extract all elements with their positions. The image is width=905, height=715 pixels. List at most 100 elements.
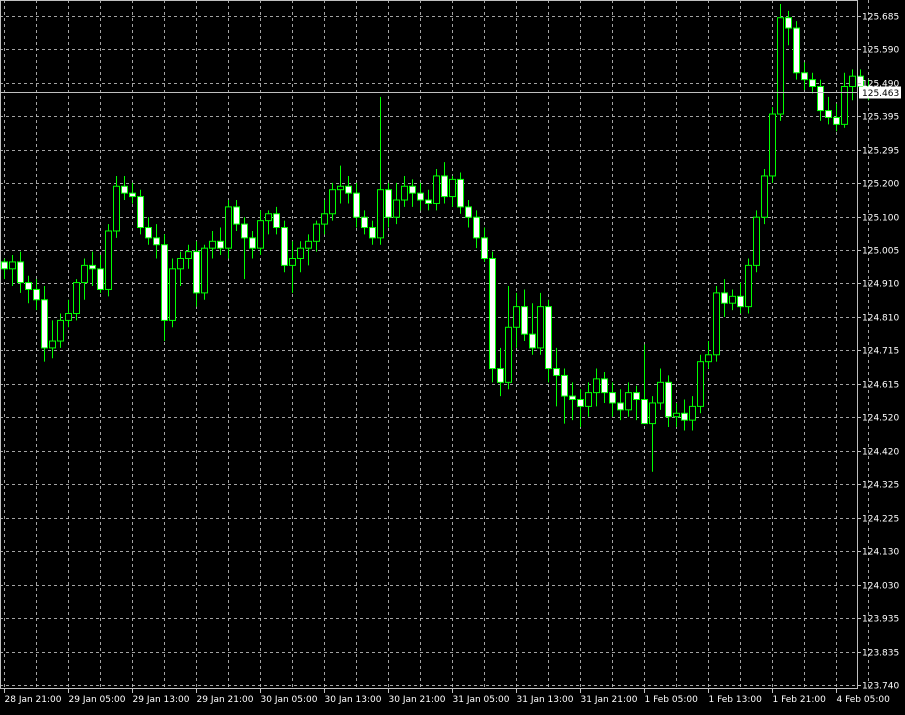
candle <box>849 69 856 101</box>
candle-body-bear <box>217 240 224 249</box>
candle <box>505 286 512 390</box>
time-tick-label: 1 Feb 05:00 <box>645 695 699 705</box>
candle-body-bear <box>817 86 824 112</box>
candle-body-bear <box>441 175 448 198</box>
candle-body-bull <box>337 185 344 191</box>
candle-body-bear <box>249 237 256 249</box>
candle-body-bear <box>473 216 480 239</box>
candle <box>521 289 528 342</box>
candle-body-bear <box>281 227 288 266</box>
candle-body-bull <box>257 220 264 249</box>
candle <box>105 224 112 297</box>
candle-body-bear <box>521 306 528 335</box>
candle <box>297 241 304 273</box>
candle-body-bull <box>705 354 712 363</box>
price-chart[interactable]: 125.685125.590125.490125.395125.295125.2… <box>0 0 905 715</box>
candle <box>633 385 640 421</box>
candle-body-bear <box>785 17 792 29</box>
candle <box>817 79 824 121</box>
candle <box>721 279 728 317</box>
candle-body-bear <box>137 196 144 229</box>
candle-body-bear <box>193 251 200 294</box>
candle-body-bear <box>1 261 8 270</box>
candle <box>49 320 56 359</box>
candle <box>81 258 88 300</box>
candle-body-bear <box>17 261 24 284</box>
candle-body-bear <box>425 199 432 204</box>
candle-body-bull <box>593 378 600 394</box>
candle <box>777 3 784 121</box>
candle-body-bull <box>201 247 208 294</box>
candle-body-bear <box>273 213 280 229</box>
price-tick-label: 125.005 <box>862 247 899 257</box>
candle <box>353 182 360 228</box>
time-tick-label: 1 Feb 21:00 <box>773 695 827 705</box>
candle-body-bull <box>625 392 632 411</box>
candle-body-bull <box>113 185 120 232</box>
candle <box>753 210 760 273</box>
candle <box>537 292 544 355</box>
candle <box>457 172 464 214</box>
candle <box>657 368 664 410</box>
candle-body-bull <box>73 282 80 315</box>
candle <box>585 382 592 417</box>
candle-body-bull <box>177 257 184 270</box>
time-tick-label: 29 Jan 05:00 <box>69 695 126 705</box>
candle-body-bear <box>89 264 96 270</box>
candle <box>361 210 368 235</box>
price-tick-label: 124.130 <box>862 548 899 558</box>
candle-body-bear <box>825 110 832 118</box>
candle <box>569 382 576 421</box>
candle <box>801 62 808 90</box>
price-tick-label: 124.325 <box>862 481 899 491</box>
candle <box>201 244 208 300</box>
candle-body-bear <box>345 185 352 194</box>
candle-body-bear <box>129 192 136 198</box>
candle-body-bull <box>393 199 400 218</box>
candle-body-bull <box>313 223 320 242</box>
candle <box>177 251 184 287</box>
candle-body-bull <box>849 75 856 88</box>
candle-body-bull <box>713 292 720 356</box>
candle-body-bear <box>497 368 504 383</box>
candle <box>809 72 816 94</box>
candle <box>553 347 560 407</box>
candle <box>609 382 616 417</box>
candle-body-bull <box>777 17 784 115</box>
price-tick-label: 124.910 <box>862 280 899 290</box>
candle <box>697 354 704 414</box>
candle <box>441 162 448 204</box>
candle-body-bear <box>809 79 816 88</box>
candle-body-bull <box>585 392 592 407</box>
candle-body-bear <box>97 268 104 290</box>
candle-body-bull <box>689 405 696 421</box>
candle <box>665 375 672 428</box>
price-tick-label: 125.395 <box>862 113 899 123</box>
candle-body-bear <box>121 185 128 194</box>
candle-body-bull <box>265 213 272 222</box>
candle-body-bear <box>801 72 808 81</box>
candle-body-bull <box>697 361 704 407</box>
candle <box>625 382 632 417</box>
candle-body-bear <box>353 192 360 218</box>
candle <box>649 396 656 472</box>
candle <box>497 347 504 397</box>
candle <box>513 292 520 348</box>
candle <box>705 341 712 369</box>
candle <box>729 289 736 311</box>
candle-body-bull <box>377 189 384 239</box>
candle <box>473 210 480 249</box>
candle <box>841 72 848 128</box>
candle-body-bull <box>449 178 456 198</box>
price-tick-label: 125.200 <box>862 180 899 190</box>
candle <box>129 182 136 204</box>
candle <box>425 189 432 211</box>
candle-body-bear <box>361 216 368 229</box>
candle-body-bull <box>673 412 680 418</box>
candle-body-bear <box>457 178 464 208</box>
price-tick-label: 124.810 <box>862 314 899 324</box>
candle-body-bear <box>489 257 496 370</box>
current-price-label: 125.463 <box>862 89 899 99</box>
candle <box>289 241 296 293</box>
candle <box>417 182 424 211</box>
